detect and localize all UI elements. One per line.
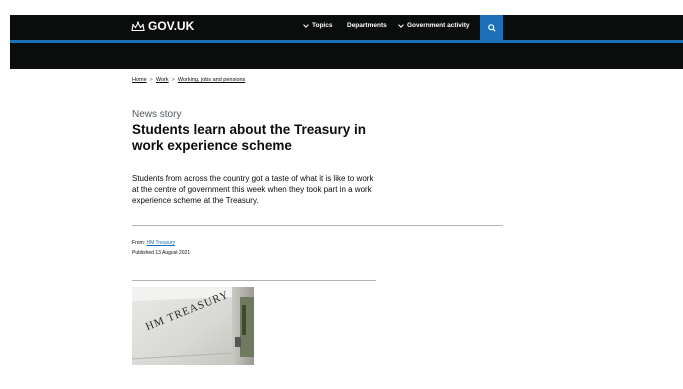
- breadcrumb-separator-icon: >: [171, 77, 175, 83]
- search-icon: [487, 23, 496, 32]
- search-button[interactable]: [480, 15, 503, 40]
- nav-topics-label: Topics: [312, 22, 333, 29]
- breadcrumb-separator-icon: >: [149, 77, 153, 83]
- logo-text: GOV.UK: [148, 19, 195, 33]
- nav-departments-label: Departments: [347, 22, 387, 29]
- header-band: [10, 43, 683, 69]
- breadcrumb-work[interactable]: Work: [156, 77, 169, 83]
- nav-departments[interactable]: Departments: [347, 22, 387, 29]
- from-org-link[interactable]: HM Treasury: [146, 240, 175, 246]
- published-date: Published 13 August 2021: [132, 250, 191, 256]
- breadcrumb: Home > Work > Working, jobs and pensions: [132, 77, 245, 83]
- from-line: From: HM Treasury: [132, 238, 190, 248]
- govuk-logo[interactable]: GOV.UK: [131, 19, 194, 33]
- page-title: Students learn about the Treasury in wor…: [132, 122, 367, 153]
- divider: [132, 280, 376, 281]
- lead-paragraph: Students from across the country got a t…: [132, 174, 374, 205]
- crown-icon: [131, 21, 145, 31]
- document-type: News story: [132, 109, 182, 120]
- breadcrumb-home[interactable]: Home: [132, 77, 147, 83]
- breadcrumb-working-jobs-pensions[interactable]: Working, jobs and pensions: [178, 77, 245, 83]
- from-label: From:: [132, 240, 146, 246]
- chevron-down-icon: [303, 21, 309, 28]
- chevron-down-icon: [398, 21, 404, 28]
- nav-government-activity[interactable]: Government activity: [398, 21, 470, 29]
- article-image: HM TREASURY: [132, 287, 254, 365]
- nav-topics[interactable]: Topics: [303, 21, 333, 29]
- nav-activity-label: Government activity: [407, 22, 470, 29]
- metadata: From: HM Treasury Published 13 August 20…: [132, 238, 190, 258]
- divider: [132, 225, 503, 226]
